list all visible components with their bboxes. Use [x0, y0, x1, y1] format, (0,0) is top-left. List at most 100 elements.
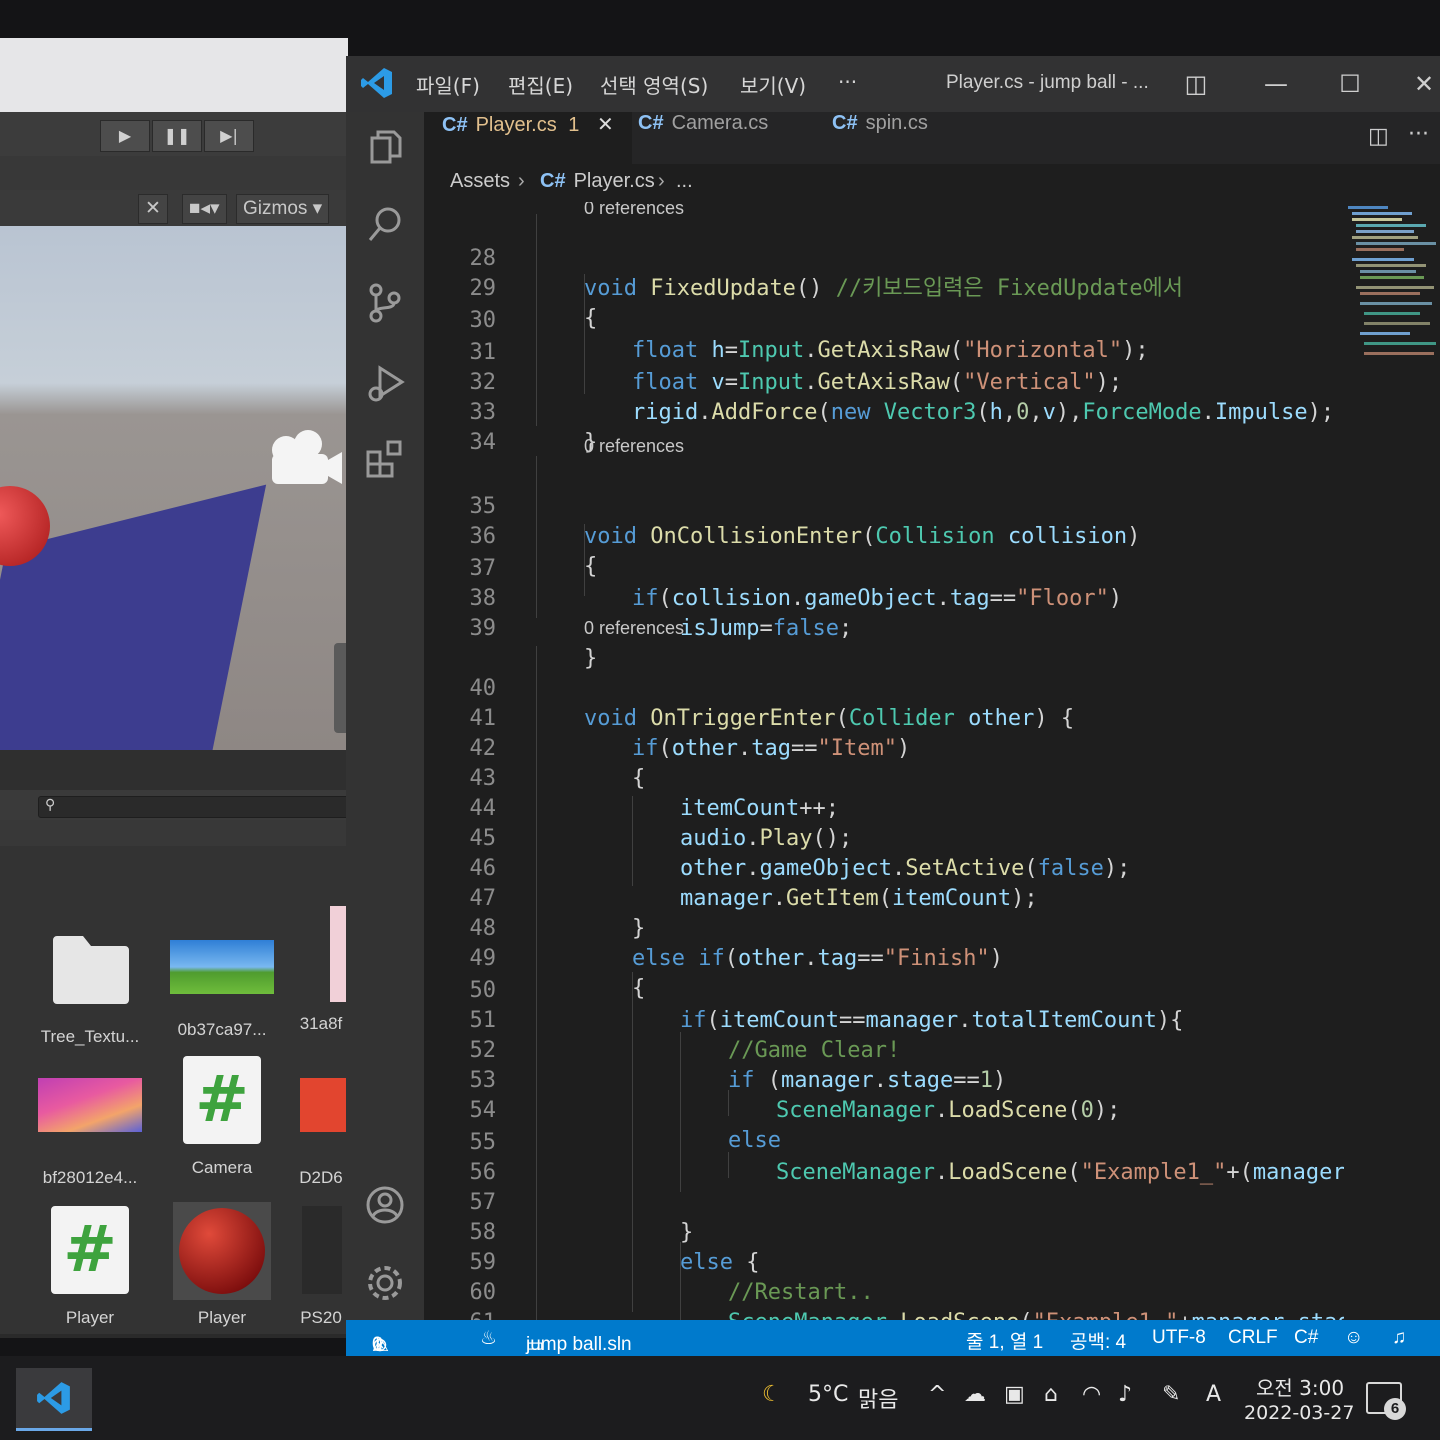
clock-date[interactable]: 2022-03-27 [1244, 1402, 1354, 1424]
play-icon[interactable]: ▶ [100, 120, 150, 152]
tools-icon[interactable]: ✕ [138, 194, 168, 224]
breadcrumb-file[interactable]: C# Player.cs [540, 170, 655, 193]
close-tab-icon[interactable]: ✕ [597, 114, 614, 136]
vscode-window: 파일(F) 편집(E) 선택 영역(S) 보기(V) ··· Player.cs… [346, 56, 1440, 1356]
image-thumbnail [300, 1078, 348, 1132]
line-number: 34 [469, 430, 497, 455]
scene-view-toolbar: ✕ ■◂▾ Gizmos ▾ [0, 190, 348, 226]
breadcrumb-assets[interactable]: Assets [450, 170, 510, 193]
folder-icon [53, 936, 129, 1004]
menu-selection[interactable]: 선택 영역(S) [600, 70, 708, 99]
code-line: 38 isJump=false; [424, 554, 1344, 641]
code-editor[interactable]: 0 references 28 void FixedUpdate() //키보드… [424, 202, 1344, 1320]
menu-view[interactable]: 보기(V) [740, 70, 806, 99]
gizmos-button[interactable]: Gizmos ▾ [236, 194, 330, 224]
weather-temperature[interactable]: 5°C [808, 1382, 848, 1407]
project-search-input[interactable]: ⚲ [38, 796, 348, 818]
codelens-references[interactable]: 0 references [584, 434, 684, 458]
csharp-file-icon: C# [442, 114, 468, 136]
code-line: 43 itemCount++; [424, 734, 1344, 821]
chevron-up-icon[interactable]: ^ [928, 1382, 946, 1407]
language-mode[interactable]: C# [1294, 1327, 1318, 1349]
asset-label: bf28012e4... [42, 1168, 138, 1187]
tab-player-cs[interactable]: C# Player.cs 1 ✕ [424, 112, 632, 164]
asset-label: D2D6 [299, 1168, 343, 1187]
window-title: Player.cs - jump ball - ... [946, 72, 1149, 93]
code-line: 46 manager.GetItem(itemCount); [424, 824, 1344, 911]
run-debug-icon[interactable] [364, 362, 406, 404]
wifi-icon[interactable]: ◠ [1082, 1382, 1101, 1407]
code-line: 30 float h=Input.GetAxisRaw("Horizontal"… [424, 276, 1344, 363]
asset-item[interactable]: 0b37ca97... [162, 922, 282, 1040]
asset-label: Player [197, 1308, 247, 1327]
asset-item[interactable]: 31a8f [294, 906, 348, 1034]
code-line: 50 if(itemCount==manager.totalItemCount)… [424, 946, 1344, 1033]
pen-icon[interactable]: ✎ [1162, 1382, 1180, 1407]
notifications-bell-icon[interactable]: ♫ [1392, 1327, 1406, 1349]
minimize-icon[interactable]: — [1256, 66, 1296, 102]
encoding-setting[interactable]: UTF-8 [1152, 1327, 1206, 1349]
breadcrumb: Assets › C# Player.cs › ... [424, 164, 1440, 202]
asset-item[interactable]: Player [162, 1202, 282, 1328]
tab-spin-cs[interactable]: C# spin.cs [814, 112, 946, 164]
weather-description[interactable]: 맑음 [858, 1382, 898, 1414]
asset-item[interactable]: Tree_Textu... [30, 922, 150, 1047]
asset-item[interactable]: # Camera [162, 1056, 282, 1178]
camera-dropdown-icon[interactable]: ■◂▾ [182, 194, 227, 224]
code-line: 37 if(collision.gameObject.tag=="Floor") [424, 524, 1344, 611]
maximize-icon[interactable]: ☐ [1330, 66, 1370, 102]
code-line: 36 { [424, 492, 1344, 579]
indent-setting[interactable]: 공백: 4 [1070, 1327, 1126, 1354]
code-line: 57 } [424, 1158, 1344, 1245]
asset-item[interactable]: PS20 [294, 1206, 348, 1328]
taskbar-vscode-button[interactable] [16, 1368, 92, 1431]
cloud-icon[interactable]: ☁ [964, 1382, 986, 1407]
project-asset-grid: Tree_Textu... 0b37ca97... 31a8f bf28012e… [0, 846, 348, 1338]
clock-time[interactable]: 오전 3:00 [1256, 1372, 1344, 1401]
unity-title-area [0, 38, 348, 112]
minimap[interactable] [1344, 202, 1440, 1320]
moon-weather-icon[interactable]: ☾ [762, 1382, 782, 1407]
image-thumbnail [170, 940, 274, 994]
codelens-references[interactable]: 0 references [584, 616, 684, 640]
asset-item[interactable]: D2D6 [294, 1070, 348, 1188]
asset-item[interactable]: bf28012e4... [30, 1070, 150, 1188]
pause-icon[interactable]: ❚❚ [152, 120, 202, 152]
display-icon[interactable]: ▣ [1004, 1382, 1025, 1407]
layout-icon[interactable]: ◫ [1176, 66, 1216, 102]
menu-file[interactable]: 파일(F) [416, 70, 480, 99]
flame-icon[interactable]: ♨ [480, 1327, 497, 1350]
code-line: 54 else [424, 1066, 1344, 1153]
code-line: 34 [424, 398, 1344, 455]
device-icon[interactable]: ⌂ [1044, 1382, 1058, 1407]
asset-item[interactable]: # Player [30, 1206, 150, 1328]
volume-icon[interactable]: ♪ [1118, 1382, 1132, 1407]
tab-camera-cs[interactable]: C# Camera.cs [620, 112, 786, 164]
unity-editor-window: ▶ ❚❚ ▶| ✕ ■◂▾ Gizmos ▾ ⚲ Tree_Textu... 0… [0, 38, 348, 1338]
menu-more[interactable]: ··· [838, 70, 857, 94]
breadcrumb-symbol[interactable]: ... [676, 170, 693, 193]
explorer-icon[interactable] [364, 126, 406, 168]
camera-gizmo-icon[interactable] [262, 426, 342, 488]
code-line: 45 other.gameObject.SetActive(false); [424, 794, 1344, 881]
extensions-icon[interactable] [364, 438, 406, 480]
scene-view[interactable] [0, 226, 348, 750]
gizmos-label: Gizmos [243, 198, 308, 219]
code-line: 48 else if(other.tag=="Finish") [424, 884, 1344, 971]
source-control-icon[interactable] [364, 282, 406, 324]
ime-indicator[interactable]: A [1206, 1382, 1221, 1407]
cursor-position[interactable]: 줄 1, 열 1 [966, 1327, 1043, 1354]
eol-setting[interactable]: CRLF [1228, 1327, 1278, 1349]
step-icon[interactable]: ▶| [204, 120, 254, 152]
settings-gear-icon[interactable] [364, 1262, 406, 1304]
chevron-right-icon: › [518, 170, 525, 192]
split-editor-icon[interactable]: ◫ [1368, 124, 1389, 149]
feedback-icon[interactable]: ☺ [1344, 1327, 1363, 1349]
code-line: 28 void FixedUpdate() //키보드입력은 FixedUpda… [424, 214, 1344, 301]
account-icon[interactable] [364, 1184, 406, 1226]
menu-edit[interactable]: 편집(E) [508, 70, 573, 99]
more-actions-icon[interactable]: ··· [1408, 122, 1429, 147]
close-icon[interactable]: ✕ [1404, 66, 1440, 102]
search-icon[interactable] [364, 204, 406, 246]
notification-center-icon[interactable]: 6 [1366, 1382, 1406, 1420]
